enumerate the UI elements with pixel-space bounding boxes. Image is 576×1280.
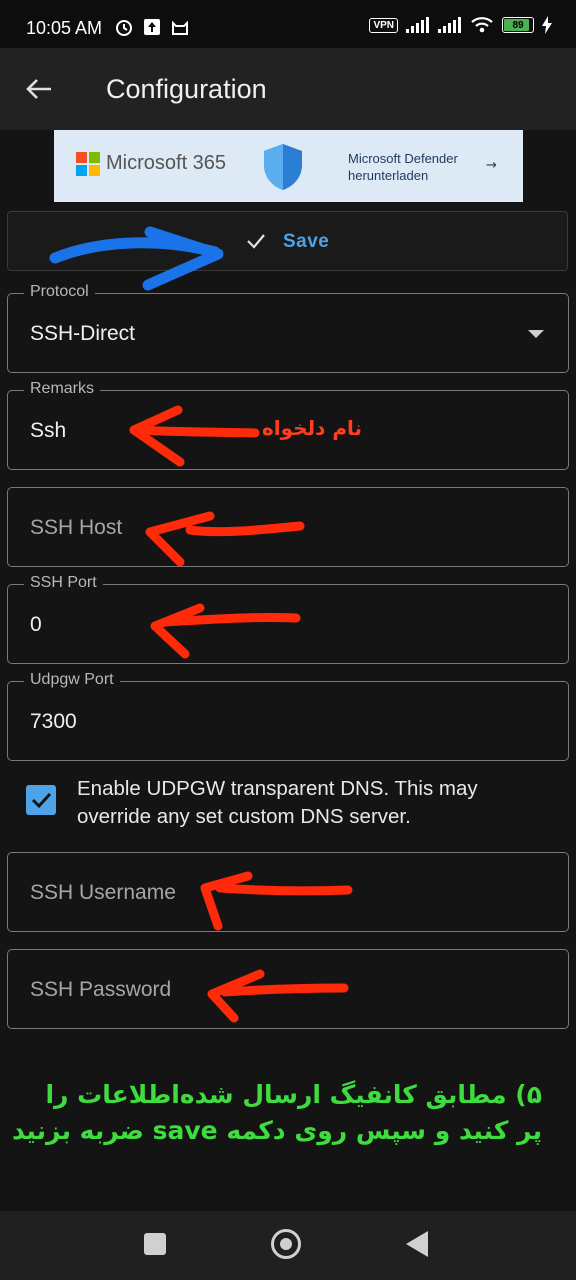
status-icons-right: VPN 89 bbox=[369, 16, 552, 34]
shield-icon bbox=[264, 144, 302, 190]
ad-cta-line1: Microsoft Defender bbox=[348, 151, 458, 166]
battery-icon: 89 bbox=[502, 17, 534, 33]
udpgw-dns-checkbox[interactable] bbox=[26, 785, 56, 815]
app-bar: Configuration bbox=[0, 48, 576, 130]
status-time: 10:05 AM bbox=[26, 18, 103, 38]
udpgw-dns-option[interactable]: Enable UDPGW transparent DNS. This may o… bbox=[26, 773, 566, 833]
ssh-username-field[interactable]: SSH Username bbox=[7, 852, 569, 932]
ad-banner[interactable]: Microsoft 365 Microsoft Defender herunte… bbox=[54, 130, 523, 202]
check-icon bbox=[247, 234, 265, 249]
status-bar: 10:05 AM VPN 89 bbox=[0, 0, 576, 48]
protocol-label: Protocol bbox=[24, 283, 95, 301]
battery-level: 89 bbox=[512, 19, 524, 31]
remarks-label: Remarks bbox=[24, 380, 101, 398]
ssh-password-field[interactable]: SSH Password bbox=[7, 949, 569, 1029]
ad-cta-line2: herunterladen bbox=[348, 168, 429, 183]
dropdown-arrow-icon bbox=[528, 330, 544, 338]
udpgw-port-label: Udpgw Port bbox=[24, 671, 120, 689]
remarks-value: Ssh bbox=[30, 419, 67, 442]
status-icons-left bbox=[114, 17, 190, 37]
ssh-port-field[interactable]: SSH Port 0 bbox=[7, 574, 569, 664]
wifi-icon bbox=[471, 17, 493, 33]
cat-notification-icon bbox=[172, 20, 188, 35]
alarm-icon bbox=[116, 20, 132, 36]
signal-icon bbox=[406, 17, 429, 33]
save-label: Save bbox=[283, 231, 330, 252]
ssh-host-field[interactable]: SSH Host bbox=[7, 487, 569, 567]
arrow-right-icon: → bbox=[486, 158, 497, 173]
ad-cta[interactable]: Microsoft Defender herunterladen bbox=[348, 150, 458, 184]
save-button[interactable]: Save bbox=[7, 211, 568, 271]
ssh-port-label: SSH Port bbox=[24, 574, 103, 592]
ssh-username-placeholder: SSH Username bbox=[30, 881, 176, 904]
signal-icon bbox=[438, 17, 461, 33]
protocol-value: SSH-Direct bbox=[30, 322, 136, 345]
page-title: Configuration bbox=[106, 74, 267, 104]
remarks-annotation: نام دلخواه bbox=[262, 416, 363, 440]
navigation-bar bbox=[0, 1211, 576, 1280]
charging-icon bbox=[542, 16, 552, 34]
instruction-note: ۵) مطابق کانفیگ ارسال شده‌اطلاعات را پر … bbox=[11, 1080, 542, 1145]
ad-brand: Microsoft 365 bbox=[106, 152, 227, 174]
ssh-password-placeholder: SSH Password bbox=[30, 978, 172, 1001]
microsoft-logo-icon bbox=[76, 152, 100, 176]
recent-apps-icon[interactable] bbox=[144, 1233, 166, 1255]
udpgw-port-value: 7300 bbox=[30, 710, 77, 733]
nav-back-icon[interactable] bbox=[406, 1231, 428, 1257]
ssh-port-value: 0 bbox=[30, 613, 42, 636]
ssh-host-placeholder: SSH Host bbox=[30, 516, 123, 539]
back-arrow-icon[interactable] bbox=[24, 74, 54, 104]
upload-icon bbox=[144, 19, 160, 35]
udpgw-port-field[interactable]: Udpgw Port 7300 bbox=[7, 671, 569, 761]
home-icon[interactable] bbox=[271, 1229, 301, 1259]
protocol-select[interactable]: Protocol SSH-Direct bbox=[7, 283, 569, 373]
vpn-badge: VPN bbox=[369, 17, 398, 33]
check-icon bbox=[31, 792, 52, 809]
udpgw-dns-text: Enable UDPGW transparent DNS. This may o… bbox=[77, 777, 478, 828]
